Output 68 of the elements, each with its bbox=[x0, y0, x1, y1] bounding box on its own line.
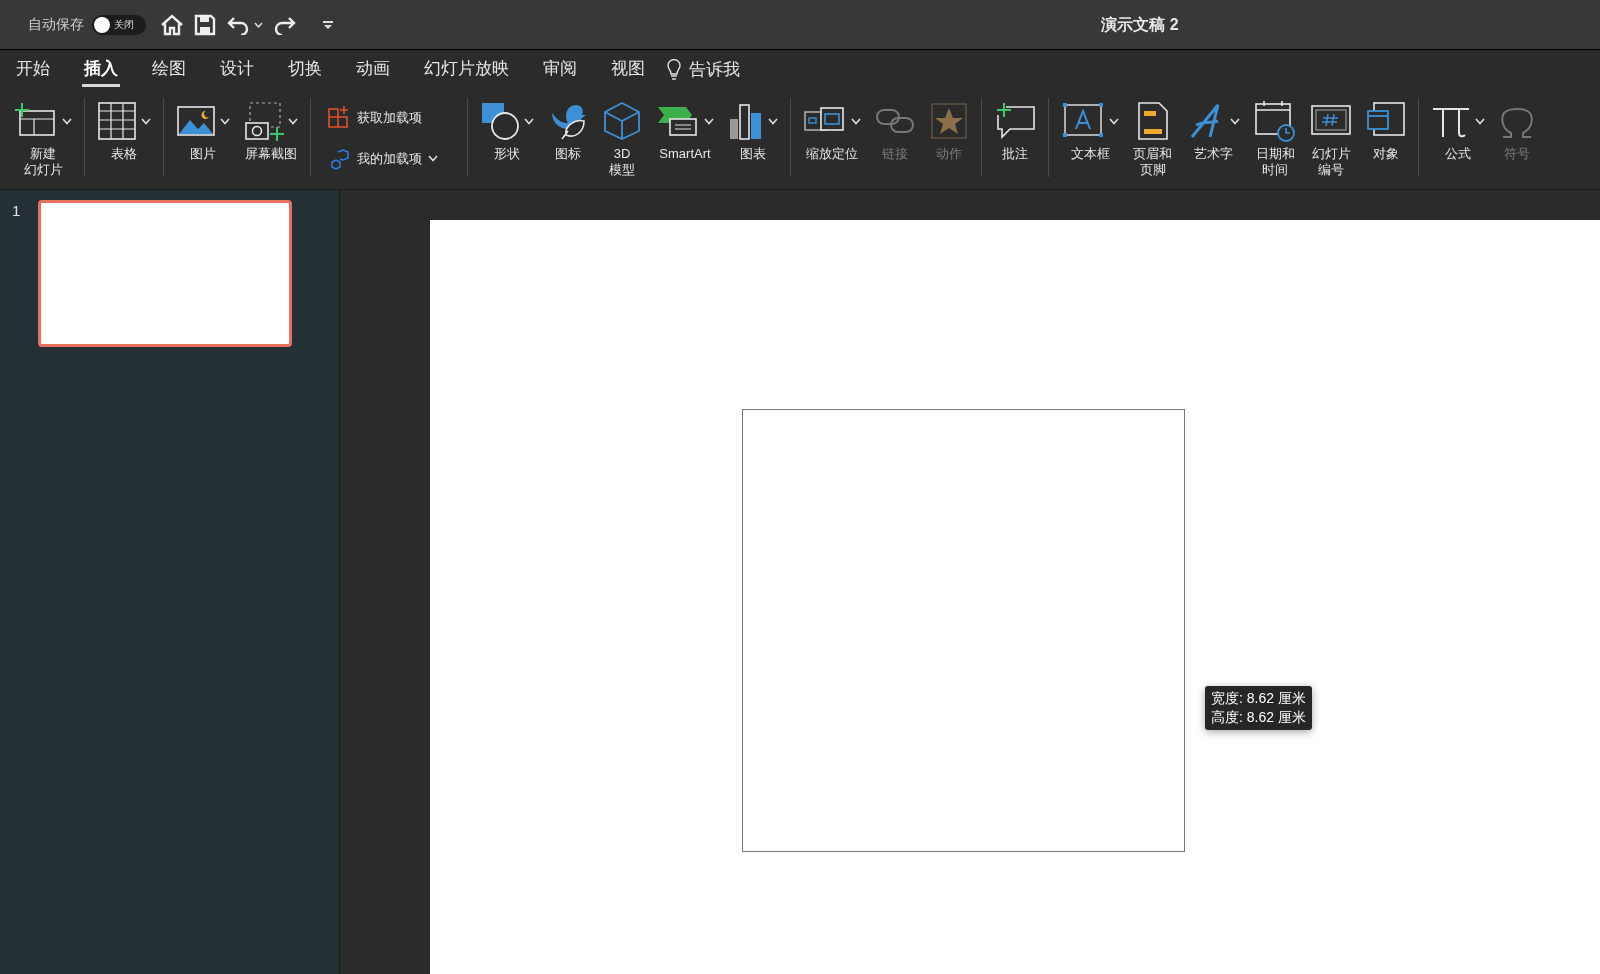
ribbon-tab[interactable]: 开始 bbox=[14, 53, 52, 87]
ribbon-tab[interactable]: 幻灯片放映 bbox=[422, 53, 511, 87]
ribbon-button[interactable]: 文本框 bbox=[1057, 96, 1123, 162]
undo-icon[interactable] bbox=[226, 14, 250, 35]
ribbon-button[interactable]: SmartArt bbox=[652, 96, 718, 162]
cube-icon bbox=[602, 101, 642, 141]
ribbon-tab[interactable]: 视图 bbox=[609, 53, 647, 87]
dropdown-caret-icon[interactable] bbox=[428, 155, 438, 163]
dropdown-caret-icon[interactable] bbox=[288, 117, 298, 125]
save-icon[interactable] bbox=[194, 13, 216, 36]
tooltip-text: 高度: 8.62 厘米 bbox=[1211, 708, 1306, 727]
ribbon-tab[interactable]: 设计 bbox=[218, 53, 256, 87]
dropdown-caret-icon[interactable] bbox=[704, 117, 714, 125]
lightbulb-icon bbox=[667, 59, 681, 81]
dropdown-caret-icon[interactable] bbox=[1475, 117, 1485, 125]
ribbon-button[interactable]: 缩放定位 bbox=[799, 96, 865, 162]
ribbon-button[interactable]: 新建 幻灯片 bbox=[10, 96, 76, 178]
addin-button[interactable]: 获取加载项 bbox=[327, 105, 451, 130]
ribbon-button[interactable]: 艺术字 bbox=[1182, 96, 1244, 162]
ribbon-button[interactable]: 页眉和 页脚 bbox=[1129, 96, 1176, 178]
customize-icon[interactable] bbox=[321, 18, 335, 31]
ribbon-button[interactable]: 公式 bbox=[1427, 96, 1489, 162]
window-title: 演示文稿 2 bbox=[1100, 14, 1180, 35]
bar-chart-icon bbox=[728, 101, 764, 141]
ribbon-tab[interactable]: 绘图 bbox=[150, 53, 188, 87]
redo-icon[interactable] bbox=[273, 14, 297, 35]
comment-icon bbox=[994, 101, 1036, 141]
ribbon-button[interactable]: 对象 bbox=[1362, 96, 1410, 162]
dropdown-caret-icon[interactable] bbox=[220, 117, 230, 125]
caret-icon[interactable] bbox=[254, 21, 263, 28]
ribbon-button[interactable]: 幻灯片 编号 bbox=[1306, 96, 1356, 178]
dropdown-caret-icon[interactable] bbox=[141, 117, 151, 125]
ribbon-tab[interactable]: 插入 bbox=[82, 53, 120, 87]
dropdown-caret-icon[interactable] bbox=[1109, 117, 1119, 125]
dropdown-caret-icon[interactable] bbox=[851, 117, 861, 125]
dropdown-caret-icon[interactable] bbox=[62, 117, 72, 125]
tell-me-button[interactable]: 告诉我 bbox=[689, 57, 740, 83]
ribbon-button[interactable]: 形状 bbox=[476, 96, 538, 162]
autosave-toggle[interactable]: 关闭 bbox=[92, 14, 146, 35]
autosave-label: 自动保存 bbox=[28, 15, 84, 34]
ribbon-button[interactable]: 表格 bbox=[93, 96, 155, 162]
slide-number: 1 bbox=[12, 201, 22, 221]
screenshot-icon bbox=[244, 101, 284, 141]
home-icon[interactable] bbox=[160, 13, 184, 36]
picture-icon bbox=[176, 103, 216, 139]
ribbon-button[interactable]: 批注 bbox=[990, 96, 1040, 162]
table-icon bbox=[97, 101, 137, 141]
header-footer-icon bbox=[1135, 101, 1170, 141]
ribbon-button[interactable]: 图标 bbox=[544, 96, 592, 162]
dropdown-caret-icon[interactable] bbox=[1230, 117, 1240, 125]
ribbon-button[interactable]: 日期和 时间 bbox=[1250, 96, 1300, 178]
store-icon bbox=[327, 105, 351, 130]
slide-number-icon bbox=[1310, 104, 1352, 138]
ribbon-button[interactable]: 屏幕截图 bbox=[240, 96, 302, 162]
ribbon-button[interactable]: 3D 模型 bbox=[598, 96, 646, 178]
ribbon-tab[interactable]: 动画 bbox=[354, 53, 392, 87]
link-icon bbox=[875, 106, 915, 136]
dropdown-caret-icon[interactable] bbox=[524, 117, 534, 125]
calendar-clock-icon bbox=[1254, 100, 1296, 142]
slide-thumbnail[interactable] bbox=[38, 200, 292, 347]
dropdown-caret-icon[interactable] bbox=[768, 117, 778, 125]
ribbon-button[interactable]: 图片 bbox=[172, 96, 234, 162]
ribbon-tab[interactable]: 切换 bbox=[286, 53, 324, 87]
tooltip-text: 宽度: 8.62 厘米 bbox=[1211, 689, 1306, 708]
shapes-icon bbox=[480, 101, 520, 141]
addin-button[interactable]: 我的加载项 bbox=[327, 147, 451, 170]
ribbon-button[interactable]: 图表 bbox=[724, 96, 782, 162]
ribbon-tab[interactable]: 审阅 bbox=[541, 53, 579, 87]
